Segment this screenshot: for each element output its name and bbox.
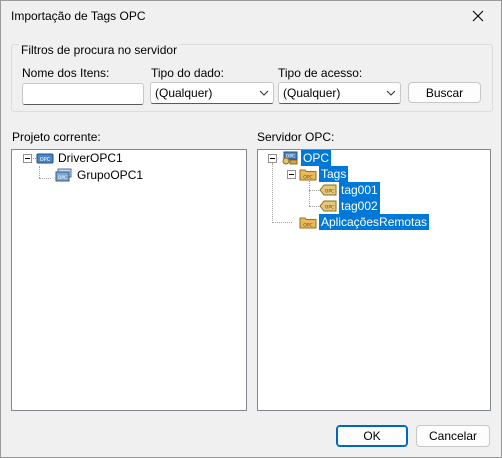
- tree-node-label: tag002: [339, 198, 380, 214]
- chevron-down-icon: [386, 90, 396, 96]
- opc-server-label: Servidor OPC:: [257, 130, 335, 144]
- window-title: Importação de Tags OPC: [11, 9, 146, 23]
- access-type-select[interactable]: (Qualquer): [278, 82, 401, 104]
- tree-node-driver[interactable]: OPC DriverOPC1: [36, 150, 125, 166]
- access-type-label: Tipo de acesso:: [278, 66, 363, 80]
- tree-node-label: DriverOPC1: [58, 151, 123, 165]
- svg-text:OPC: OPC: [325, 205, 334, 211]
- tree-node-tag[interactable]: OPC tag002: [319, 198, 380, 214]
- tree-line: [309, 206, 319, 207]
- svg-text:OPC: OPC: [325, 189, 334, 195]
- opc-folder-icon: OPC: [299, 217, 317, 229]
- title-bar[interactable]: Importação de Tags OPC: [1, 1, 501, 31]
- tree-node-label: AplicaçõesRemotas: [319, 214, 430, 230]
- tree-node-label: tag001: [339, 182, 380, 198]
- access-type-value: (Qualquer): [283, 86, 341, 100]
- current-project-tree[interactable]: OPC DriverOPC1 OPC GrupoOPC1: [11, 149, 247, 411]
- opc-group-icon: OPC: [55, 168, 72, 182]
- tree-line: [272, 222, 292, 223]
- svg-text:OPC: OPC: [40, 157, 51, 163]
- tree-node-tags-folder[interactable]: OPC Tags: [299, 166, 349, 182]
- data-type-value: (Qualquer): [155, 86, 213, 100]
- tree-node-tag[interactable]: OPC tag001: [319, 182, 380, 198]
- opc-folder-icon: OPC: [299, 169, 317, 181]
- collapse-toggle[interactable]: [268, 154, 277, 163]
- item-name-input[interactable]: [22, 83, 144, 105]
- search-button[interactable]: Buscar: [408, 82, 481, 103]
- current-project-label: Projeto corrente:: [12, 130, 101, 144]
- dialog-window: Importação de Tags OPC Filtros de procur…: [0, 0, 502, 458]
- tree-node-opc-server[interactable]: OPC OPC: [281, 150, 332, 166]
- opc-tag-icon: OPC: [319, 184, 337, 196]
- chevron-down-icon: [259, 90, 269, 96]
- opc-server-icon: OPC: [282, 151, 298, 165]
- tree-node-remote-apps-folder[interactable]: OPC AplicaçõesRemotas: [299, 214, 430, 230]
- data-type-select[interactable]: (Qualquer): [150, 82, 274, 104]
- tree-node-label: Tags: [319, 166, 349, 182]
- opc-tag-icon: OPC: [319, 200, 337, 212]
- tree-line: [309, 179, 310, 206]
- tree-line: [39, 178, 51, 179]
- close-button[interactable]: [461, 3, 495, 29]
- tree-line: [39, 166, 40, 178]
- ok-button[interactable]: OK: [336, 425, 408, 447]
- svg-text:OPC: OPC: [303, 223, 312, 229]
- data-type-label: Tipo do dado:: [151, 66, 224, 80]
- filters-group-label: Filtros de procura no servidor: [19, 43, 180, 57]
- close-icon: [472, 10, 484, 22]
- collapse-toggle[interactable]: [23, 154, 32, 163]
- tree-node-label: GrupoOPC1: [77, 168, 144, 182]
- item-name-label: Nome dos Itens:: [22, 66, 110, 80]
- tree-node-label: OPC: [301, 150, 332, 166]
- svg-text:OPC: OPC: [303, 175, 312, 181]
- svg-text:OPC: OPC: [58, 175, 67, 181]
- opc-server-tree[interactable]: OPC OPC OPC Tags OPC tag001 OPC tag002 O…: [257, 149, 491, 411]
- tree-line: [309, 190, 319, 191]
- collapse-toggle[interactable]: [287, 170, 296, 179]
- tree-line: [272, 163, 273, 223]
- cancel-button[interactable]: Cancelar: [416, 425, 490, 447]
- tree-node-group[interactable]: OPC GrupoOPC1: [55, 167, 145, 183]
- opc-driver-icon: OPC: [36, 153, 54, 164]
